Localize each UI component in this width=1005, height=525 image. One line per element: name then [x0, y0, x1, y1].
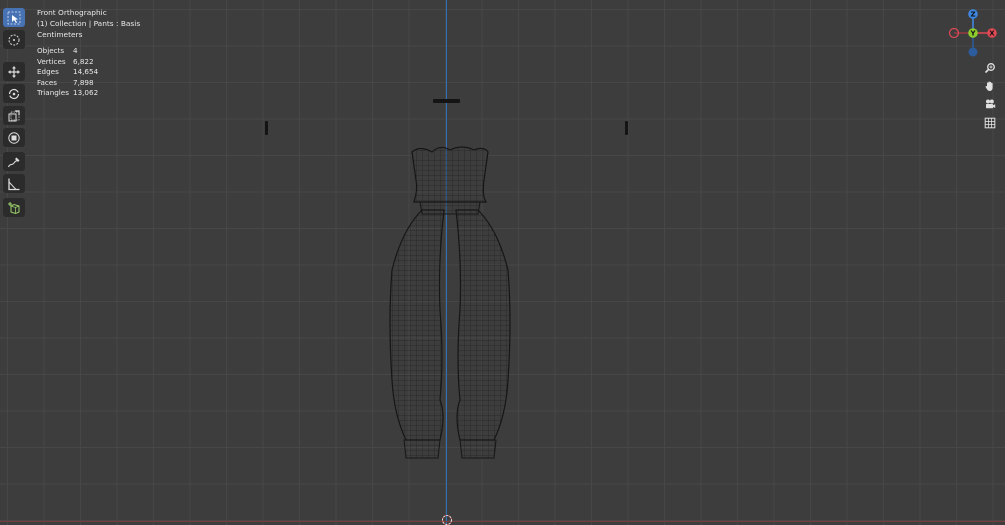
gizmo-neg-z-handle[interactable]: [968, 47, 978, 57]
measure-ruler-icon: [8, 178, 20, 190]
viewport-info: Front Orthographic (1) Collection | Pant…: [37, 7, 140, 40]
stat-label: Objects: [37, 46, 65, 55]
toggle-perspective-button[interactable]: [982, 115, 998, 131]
cursor-select-icon: [7, 11, 21, 24]
stat-row: Objects 4: [37, 46, 98, 57]
gizmo-y-label: Y: [969, 30, 976, 38]
stat-value: 4: [73, 46, 78, 55]
select-tool[interactable]: [3, 8, 25, 27]
stat-value: 6,822: [73, 56, 94, 66]
camera-icon: [986, 99, 996, 109]
measure-tool[interactable]: [3, 174, 25, 193]
stat-label: Vertices: [37, 56, 66, 66]
collection-info: (1) Collection | Pants : Basis: [37, 19, 141, 28]
scene-object-right[interactable]: [625, 121, 628, 135]
move-tool[interactable]: [3, 62, 25, 81]
zoom-button[interactable]: [982, 60, 998, 76]
cursor-tool[interactable]: [3, 30, 25, 49]
scale-icon: [8, 109, 20, 121]
3d-cursor-icon: [8, 34, 20, 45]
gizmo-z-label: Z: [970, 11, 975, 19]
pants-mesh-wireframe[interactable]: [380, 140, 520, 470]
scene-object-left[interactable]: [265, 121, 268, 135]
transform-icon: [8, 131, 20, 144]
view-name: Front Orthographic: [37, 8, 107, 17]
stat-row: Faces 7,898: [37, 78, 98, 89]
rotate-icon: [8, 88, 20, 99]
gizmo-x-label: X: [989, 30, 995, 38]
scale-tool[interactable]: [3, 106, 25, 125]
stat-row: Edges 14,654: [37, 67, 98, 78]
transform-tool[interactable]: [3, 128, 25, 147]
x-axis-line: [0, 521, 1005, 523]
stat-row: Vertices 6,822: [37, 57, 98, 68]
grid-ortho-icon: [984, 117, 996, 129]
annotate-tool[interactable]: [3, 152, 25, 171]
annotate-pen-icon: [7, 157, 20, 167]
hand-pan-icon: [985, 81, 993, 91]
add-cube-tool[interactable]: [3, 198, 25, 217]
units-label: Centimeters: [37, 30, 83, 39]
stat-row: Triangles 13,062: [37, 88, 98, 99]
world-origin-cursor-icon[interactable]: [440, 513, 454, 525]
scene-object-top[interactable]: [433, 99, 460, 103]
navigation-gizmo[interactable]: Z X Y: [945, 5, 1001, 61]
stat-label: Triangles: [37, 88, 69, 98]
stat-label: Faces: [37, 77, 57, 87]
scene-statistics: Objects 4 Vertices 6,822 Edges 14,654 Faces…: [37, 46, 98, 99]
stat-value: 7,898: [73, 77, 94, 87]
pan-button[interactable]: [982, 78, 998, 94]
move-arrows-icon: [8, 65, 20, 78]
stat-label: Edges: [37, 67, 59, 77]
stat-value: 14,654: [73, 67, 99, 77]
camera-view-button[interactable]: [982, 96, 998, 112]
stat-value: 13,062: [73, 88, 99, 98]
add-cube-icon: [8, 201, 20, 214]
rotate-tool[interactable]: [3, 84, 25, 103]
magnifier-zoom-icon: [984, 63, 995, 74]
